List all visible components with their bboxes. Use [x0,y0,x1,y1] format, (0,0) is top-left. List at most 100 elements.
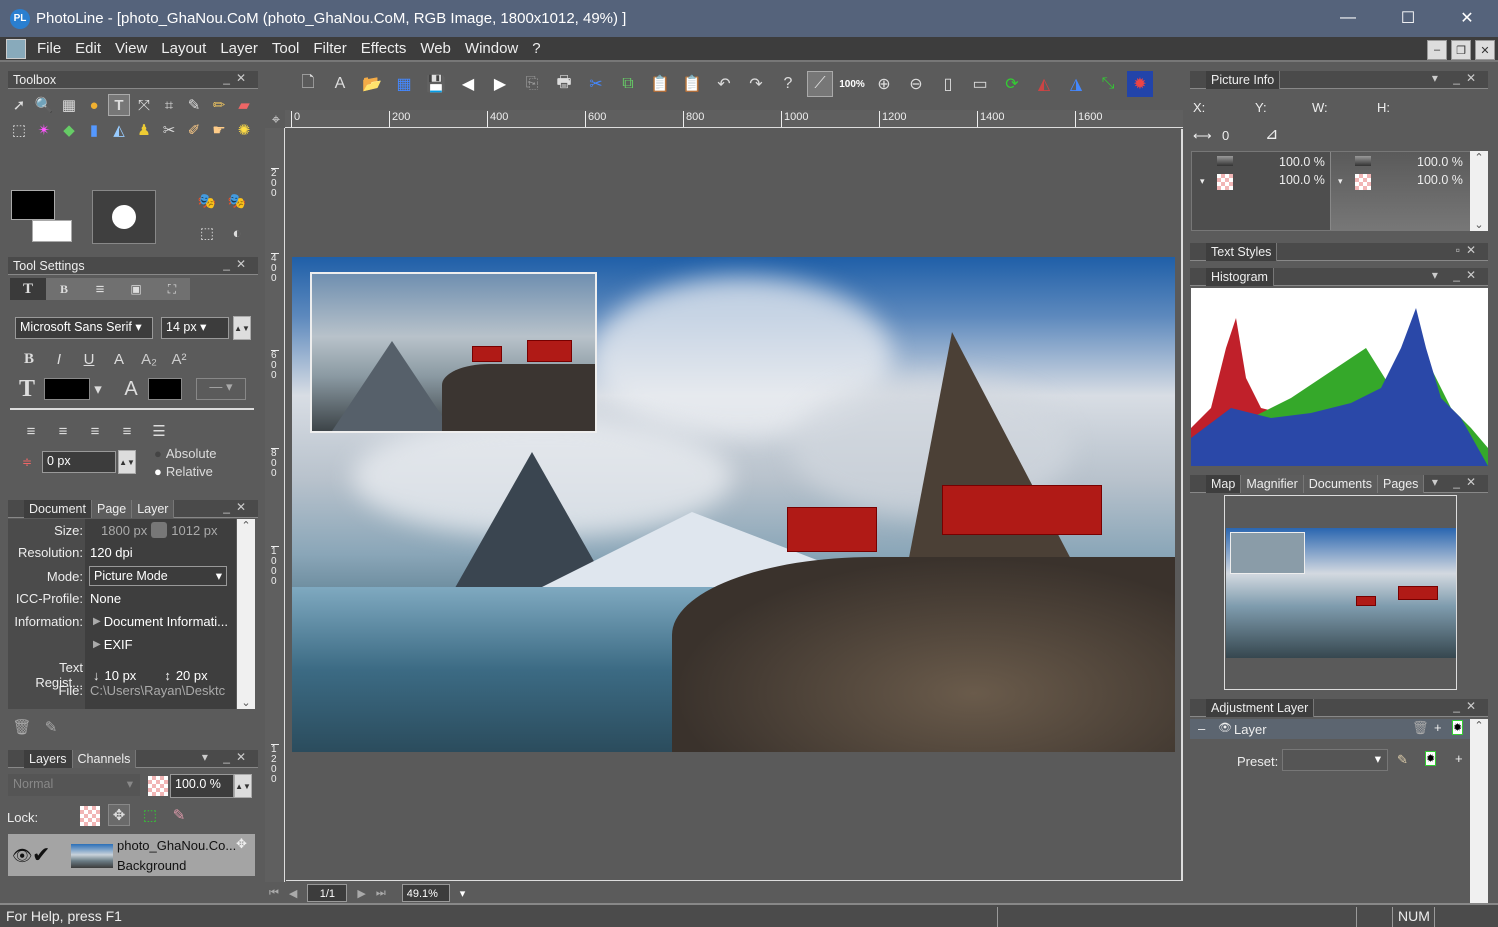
effect-icon[interactable]: ✹ [1425,751,1437,766]
tab-text[interactable]: T [10,278,46,300]
mdi-minimize-button[interactable]: – [1427,40,1447,60]
resolution-value[interactable]: 120 dpi [90,545,133,560]
menu-layer[interactable]: Layer [213,40,265,57]
superscript-button[interactable]: A² [168,348,190,370]
picture-info-scrollbar[interactable]: ⌃ ⌄ [1470,151,1488,231]
font-size-select[interactable]: 14 px ▾ [161,317,229,339]
menu-tool[interactable]: Tool [265,40,307,57]
prev-page-icon[interactable]: ◀ [289,887,297,900]
flip-horizontal-icon[interactable]: ◭ [1031,71,1057,97]
adjustment-layer-row[interactable]: – 👁 Layer 🗑 + ✹ [1190,719,1470,739]
back-icon[interactable]: ◀ [455,71,481,97]
paste-icon[interactable]: 📋 [647,71,673,97]
browser-icon[interactable]: ▦ [391,71,417,97]
resize-icon[interactable]: ⤡ [1095,71,1121,97]
menu-view[interactable]: View [108,40,154,57]
trash-icon[interactable]: 🗑 [11,716,33,738]
brush-preview[interactable] [92,190,156,244]
text-tool-icon[interactable]: T [108,94,130,116]
transform-icon[interactable]: ⤧ [133,94,155,116]
menu-effects[interactable]: Effects [354,40,414,57]
first-page-icon[interactable]: ⏮ [269,887,279,900]
magic-wand-icon[interactable]: ✴ [33,119,55,141]
baseline-value[interactable]: 10 px [105,668,137,683]
magnifier-icon[interactable]: 🔍 [33,94,55,116]
print-icon[interactable]: 🖶 [551,71,577,97]
zoom-in-icon[interactable]: ⊕ [871,71,897,97]
next-page-icon[interactable]: ▶ [357,887,365,900]
pencil-icon[interactable]: ✏ [208,94,230,116]
mask-view-icon[interactable]: ◐ [226,222,248,244]
fit-width-icon[interactable]: ▭ [967,71,993,97]
effect-icon[interactable]: ✹ [1127,71,1153,97]
mdi-restore-button[interactable]: ❐ [1451,40,1471,60]
retouch-icon[interactable]: ☛ [208,119,230,141]
align-left-icon[interactable]: ≡ [20,420,42,442]
outline-color-swatch[interactable] [148,378,182,400]
radio-absolute[interactable]: ● Absolute [154,446,216,461]
text-color-swatch[interactable] [44,378,90,400]
adjustment-scrollbar[interactable]: ⌃ [1470,719,1488,903]
mask-icon[interactable]: 🎭 [196,190,218,212]
menu-layout[interactable]: Layout [154,40,213,57]
last-page-icon[interactable]: ⏭ [376,887,386,900]
add-icon[interactable]: + [1434,720,1442,735]
panel-controls[interactable]: _✕ [223,500,252,514]
mask-mode-icon[interactable]: 🎭 [226,190,248,212]
line-spacing-input[interactable]: 0 px [42,451,116,473]
rotate-icon[interactable]: ⟳ [999,71,1025,97]
mode-select[interactable]: Picture Mode ▾ [89,566,227,586]
crop-icon[interactable]: ⌗ [158,94,180,116]
blend-mode-select[interactable]: Normal ▾ [8,774,140,796]
add-preset-icon[interactable]: + [1455,751,1463,766]
radio-relative[interactable]: ● Relative [154,464,213,479]
tab-bold[interactable]: B [46,278,82,300]
panel-controls[interactable]: _✕ [1453,699,1482,713]
menu-edit[interactable]: Edit [68,40,108,57]
opacity-spinner[interactable]: ▲▼ [234,774,252,798]
tab-pages[interactable]: Pages [1377,474,1425,493]
vertical-ruler[interactable]: 200 400 600 800 1000 1200 [265,128,285,882]
maximize-button[interactable]: ☐ [1385,4,1431,32]
font-size-spinner[interactable]: ▲▼ [233,316,251,340]
tab-magnifier[interactable]: Magnifier [1241,474,1304,493]
tab-paragraph[interactable]: ≡ [82,278,118,300]
background-color-swatch[interactable] [32,220,72,242]
align-center-icon[interactable]: ≡ [52,420,74,442]
floating-image-preview[interactable] [310,272,597,433]
new-document-icon[interactable]: 🗋 [295,71,321,97]
paste-new-icon[interactable]: 📋 [679,71,705,97]
smudge-icon[interactable]: ✂ [158,119,180,141]
italic-button[interactable]: I [48,348,70,370]
font-family-select[interactable]: Microsoft Sans Serif ▾ [15,317,153,339]
panel-controls[interactable]: ▾ _✕ [1432,71,1482,85]
visibility-eye-icon[interactable]: 👁 [12,846,32,866]
expand-arrow-icon[interactable]: ▶ [93,639,101,650]
panel-controls[interactable]: ▾ _✕ [1432,268,1482,282]
line-height-value[interactable]: 20 px [176,668,208,683]
light-icon[interactable]: ✺ [233,119,255,141]
close-button[interactable]: ✕ [1444,4,1490,32]
clone-stamp-icon[interactable]: ◆ [58,119,80,141]
collapse-icon[interactable]: – [1198,721,1205,736]
zoom-dropdown-icon[interactable]: ▾ [460,887,466,900]
checkmark-icon[interactable]: ✔ [32,842,50,868]
bold-button[interactable]: B [18,348,40,370]
lock-position-icon[interactable]: ✥ [108,804,130,826]
line-style-select[interactable]: — ▾ [196,378,246,400]
fit-page-icon[interactable]: ▯ [935,71,961,97]
fill-bucket-icon[interactable]: ◭ [108,119,130,141]
expand-arrow-icon[interactable]: ▶ [93,616,101,627]
tab-channels[interactable]: Channels [72,749,137,768]
pipette-icon[interactable]: ✎ [183,94,205,116]
selection-mask-icon[interactable]: ⬚ [196,222,218,244]
tab-layer[interactable]: Layer [132,499,175,518]
edit-preset-icon[interactable]: ✎ [1397,752,1408,768]
eye-icon[interactable]: 👁 [1218,721,1232,734]
zoom-input[interactable]: 49.1% [401,884,450,902]
dropdown-arrow-icon[interactable]: ▾ [1338,176,1343,187]
ruler-origin-icon[interactable]: ⌖ [265,108,287,130]
minimize-button[interactable]: — [1325,4,1371,32]
panel-controls[interactable]: ▫✕ [1456,243,1482,257]
scan-icon[interactable]: ⎘ [519,71,545,97]
